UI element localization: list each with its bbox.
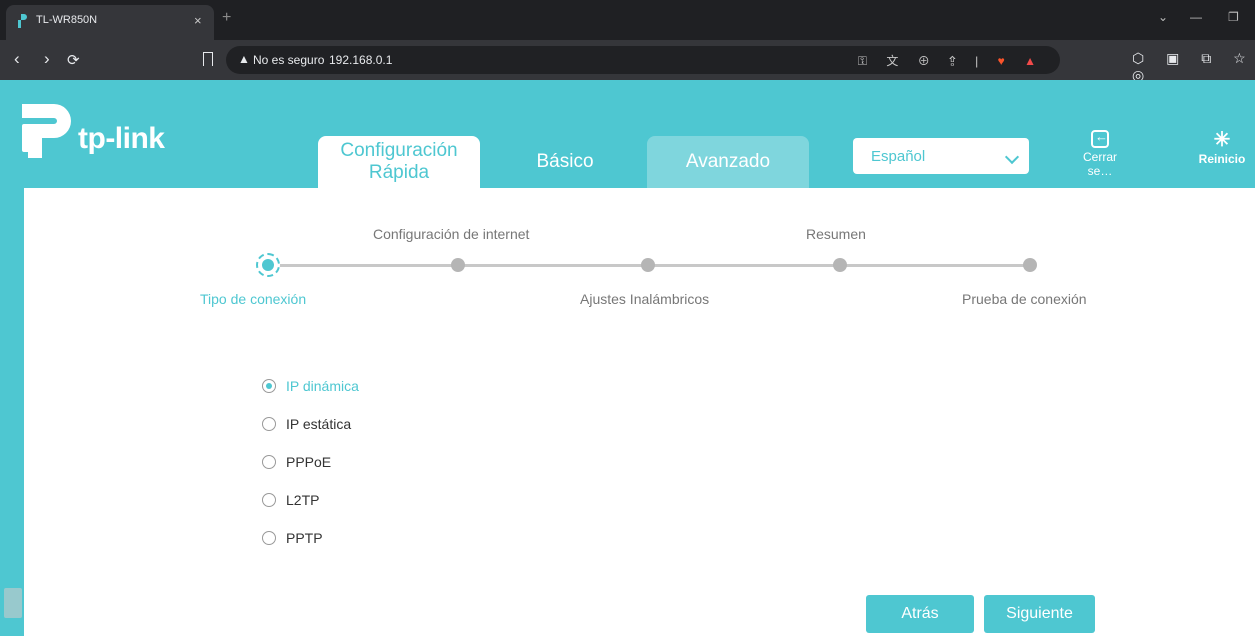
- radio-button[interactable]: [262, 531, 276, 545]
- tab-quick-setup-line2: Rápida: [368, 162, 430, 183]
- radio-label: PPPoE: [286, 454, 332, 470]
- quick-setup-panel: Configuración de internet Resumen Tipo d…: [24, 188, 1255, 636]
- logout-icon: [1091, 129, 1109, 148]
- bookmark-icon[interactable]: [203, 52, 213, 66]
- url-text[interactable]: 192.168.0.1: [329, 53, 392, 67]
- tab-basic[interactable]: Básico: [485, 136, 645, 188]
- tab-title: TL-WR850N: [36, 14, 98, 26]
- next-button[interactable]: Siguiente: [984, 595, 1095, 633]
- tplink-logo-text: tp-link: [78, 122, 165, 155]
- tab-quick-setup-line1: Configuración: [340, 140, 458, 161]
- step-dot-3: [641, 258, 655, 272]
- logout-label: Cerrar se…: [1082, 150, 1117, 178]
- tab-quick-setup[interactable]: Configuración Rápida: [318, 136, 480, 188]
- tab-close-icon[interactable]: ×: [194, 13, 202, 28]
- new-tab-icon[interactable]: +: [222, 9, 231, 27]
- radio-label: PPTP: [286, 530, 323, 546]
- logout-button[interactable]: Cerrar se…: [1070, 129, 1130, 178]
- side-scroll-handle[interactable]: [4, 588, 22, 618]
- back-icon[interactable]: ‹: [14, 49, 20, 69]
- router-page: tp-link Configuración Rápida Básico Avan…: [0, 80, 1255, 636]
- tplink-logo-icon: [22, 104, 71, 158]
- browser-tab[interactable]: TL-WR850N ×: [6, 5, 214, 40]
- address-bar-icons[interactable]: ⚿ 文 ⊕ ⇪ | ♥ ▲: [858, 52, 1044, 69]
- radio-label: IP dinámica: [286, 378, 359, 394]
- chevron-down-icon: [1004, 149, 1020, 165]
- step-label-wireless: Ajustes Inalámbricos: [580, 291, 710, 307]
- tplink-favicon-icon: [18, 14, 27, 28]
- tab-advanced-label: Avanzado: [685, 151, 771, 172]
- reboot-icon: ✳: [1213, 129, 1231, 151]
- forward-icon[interactable]: ›: [44, 49, 50, 69]
- address-bar[interactable]: ▲ No es seguro 192.168.0.1 ⚿ 文 ⊕ ⇪ | ♥ ▲: [226, 46, 1060, 74]
- step-label-connection-test: Prueba de conexión: [962, 291, 1087, 307]
- browser-tab-bar: TL-WR850N × + ⌄ — ❐: [0, 0, 1255, 40]
- back-button[interactable]: Atrás: [866, 595, 974, 633]
- step-dot-2: [451, 258, 465, 272]
- reboot-button[interactable]: ✳ Reinicio: [1193, 130, 1251, 166]
- browser-toolbar: ‹ › ⟳ ▲ No es seguro 192.168.0.1 ⚿ 文 ⊕ ⇪…: [0, 40, 1255, 83]
- brave-shield-icon[interactable]: ♥: [998, 54, 1013, 68]
- security-label[interactable]: No es seguro: [253, 53, 324, 67]
- radio-button[interactable]: [262, 379, 276, 393]
- reboot-label: Reinicio: [1198, 152, 1246, 166]
- radio-button[interactable]: [262, 493, 276, 507]
- language-select[interactable]: Español: [853, 138, 1029, 174]
- step-dot-5: [1023, 258, 1037, 272]
- extension-icons[interactable]: ⬡ ▣ ⧉ ☆ ◎: [1132, 50, 1255, 84]
- tab-advanced[interactable]: Avanzado: [647, 136, 809, 188]
- radio-button[interactable]: [262, 417, 276, 431]
- router-header: tp-link Configuración Rápida Básico Avan…: [0, 80, 1255, 188]
- brave-rewards-icon[interactable]: ▲: [1024, 54, 1044, 68]
- radio-label: IP estática: [286, 416, 352, 432]
- address-bar-actions-icon[interactable]: ⚿ 文 ⊕ ⇪ |: [858, 54, 986, 68]
- step-label-summary: Resumen: [806, 226, 866, 242]
- step-dot-4: [833, 258, 847, 272]
- step-label-internet: Configuración de internet: [373, 226, 530, 242]
- step-label-connection-type: Tipo de conexión: [200, 291, 307, 307]
- minimize-icon[interactable]: —: [1190, 10, 1202, 24]
- reload-icon[interactable]: ⟳: [67, 51, 80, 69]
- radio-button[interactable]: [262, 455, 276, 469]
- warning-icon: ▲: [238, 52, 250, 66]
- radio-label: L2TP: [286, 492, 320, 508]
- tab-list-icon[interactable]: ⌄: [1158, 10, 1168, 24]
- language-value: Español: [871, 148, 926, 165]
- restore-icon[interactable]: ❐: [1228, 10, 1239, 24]
- tab-basic-label: Básico: [536, 151, 594, 172]
- step-dot-1: [256, 253, 280, 277]
